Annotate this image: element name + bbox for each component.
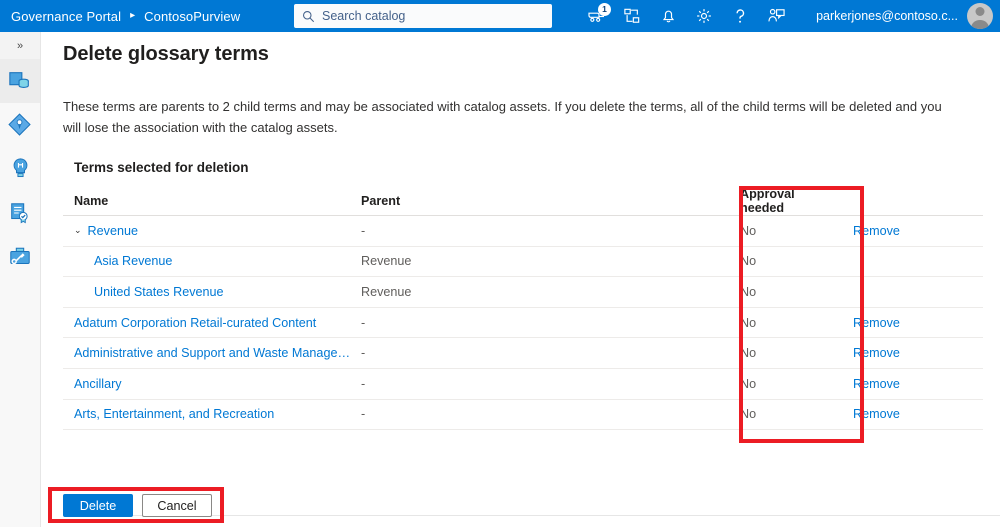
cart-icon[interactable]: 1 (578, 0, 614, 32)
page-title: Delete glossary terms (63, 43, 269, 65)
user-account-area[interactable]: parkerjones@contoso.c... (816, 0, 1000, 32)
top-navigation-bar: Governance Portal ▸ ContosoPurview 1 (0, 0, 1000, 32)
cell-parent: - (361, 376, 366, 391)
term-name-link[interactable]: Administrative and Support and Waste Man… (74, 346, 350, 360)
table-row: Arts, Entertainment, and Recreation - No Re… (63, 400, 983, 431)
table-header-row: Name Parent Approval needed (63, 187, 983, 216)
remove-link[interactable]: Remove (853, 224, 900, 238)
cell-approval-needed: No (740, 376, 757, 391)
data-catalog-icon (9, 72, 29, 88)
cell-name: Ancillary (63, 377, 361, 391)
column-header-approval: Approval needed (740, 187, 795, 215)
top-nav-icon-group: 1 (578, 0, 794, 32)
terms-table: Name Parent Approval needed ⌄ Revenue - No R… (63, 187, 983, 431)
sidebar-item-data-policy[interactable] (0, 191, 40, 235)
cell-name: Asia Revenue (63, 254, 361, 268)
delete-button[interactable]: Delete (63, 494, 133, 517)
remove-link[interactable]: Remove (853, 407, 900, 421)
column-header-parent: Parent (361, 194, 401, 208)
cart-badge-count: 1 (598, 3, 611, 16)
feedback-icon[interactable] (758, 0, 794, 32)
main-content-panel: Delete glossary terms These terms are pa… (41, 32, 1000, 527)
table-row: Adatum Corporation Retail-curated Conten… (63, 308, 983, 339)
cell-action: Remove (834, 346, 974, 360)
notifications-bell-icon[interactable] (650, 0, 686, 32)
footer-actions: Delete Cancel (63, 494, 212, 517)
data-map-icon[interactable] (614, 0, 650, 32)
cell-name: Administrative and Support and Waste Man… (63, 346, 361, 360)
term-name-link[interactable]: United States Revenue (94, 285, 224, 299)
breadcrumb-account-name[interactable]: ContosoPurview (144, 9, 240, 24)
remove-link[interactable]: Remove (853, 346, 900, 360)
left-navigation-rail: » (0, 32, 41, 527)
management-toolbox-icon (10, 247, 30, 265)
term-name-link[interactable]: Revenue (88, 224, 138, 238)
term-name-link[interactable]: Adatum Corporation Retail-curated Conten… (74, 316, 316, 330)
lightbulb-insights-icon (13, 158, 27, 178)
table-row: Ancillary - No Remove (63, 369, 983, 400)
remove-link[interactable]: Remove (853, 316, 900, 330)
search-icon (303, 10, 315, 22)
cell-approval-needed: No (740, 254, 757, 269)
sidebar-item-data-catalog[interactable] (0, 59, 40, 103)
term-name-link[interactable]: Arts, Entertainment, and Recreation (74, 407, 274, 421)
cell-parent: - (361, 346, 366, 361)
term-name-link[interactable]: Asia Revenue (94, 254, 172, 268)
cell-approval-needed: No (740, 407, 757, 422)
cell-approval-needed: No (740, 284, 757, 299)
cell-action: Remove (834, 224, 974, 238)
cell-name: Adatum Corporation Retail-curated Conten… (63, 316, 361, 330)
table-row: Administrative and Support and Waste Man… (63, 338, 983, 369)
rail-expand-chevron-icon[interactable]: » (0, 32, 40, 59)
section-label-terms-selected: Terms selected for deletion (74, 160, 249, 175)
breadcrumb-separator-icon: ▸ (130, 10, 136, 21)
avatar[interactable] (967, 3, 993, 29)
cell-parent: - (361, 315, 366, 330)
help-question-icon[interactable] (722, 0, 758, 32)
settings-gear-icon[interactable] (686, 0, 722, 32)
cell-name: United States Revenue (63, 285, 361, 299)
user-email-label: parkerjones@contoso.c... (816, 9, 958, 23)
cell-parent: - (361, 223, 366, 238)
table-row: ⌄ Revenue - No Remove (63, 216, 983, 247)
table-row: Asia Revenue Revenue No (63, 247, 983, 278)
search-box[interactable] (294, 4, 552, 28)
footer-divider (82, 515, 1000, 516)
column-header-name: Name (74, 194, 109, 208)
cell-name: Arts, Entertainment, and Recreation (63, 407, 361, 421)
breadcrumb-governance-portal[interactable]: Governance Portal (11, 9, 121, 24)
cell-approval-needed: No (740, 223, 757, 238)
cancel-button[interactable]: Cancel (142, 494, 212, 517)
policy-certificate-icon (11, 203, 28, 224)
cell-action: Remove (834, 377, 974, 391)
cell-parent: - (361, 407, 366, 422)
data-map-icon (8, 113, 31, 136)
sidebar-item-management[interactable] (0, 235, 40, 279)
table-row: United States Revenue Revenue No (63, 277, 983, 308)
term-name-link[interactable]: Ancillary (74, 377, 122, 391)
sidebar-item-data-insights[interactable] (0, 147, 40, 191)
breadcrumb: Governance Portal ▸ ContosoPurview (0, 9, 240, 24)
page-description: These terms are parents to 2 child terms… (63, 99, 942, 135)
cell-action: Remove (834, 407, 974, 421)
chevron-down-icon[interactable]: ⌄ (74, 226, 82, 235)
cell-approval-needed: No (740, 315, 757, 330)
cell-name: ⌄ Revenue (63, 224, 361, 238)
cell-parent: Revenue (361, 254, 412, 269)
cell-action: Remove (834, 316, 974, 330)
cell-parent: Revenue (361, 284, 412, 299)
sidebar-item-data-map[interactable] (0, 103, 40, 147)
cell-approval-needed: No (740, 346, 757, 361)
search-input[interactable] (322, 9, 544, 23)
remove-link[interactable]: Remove (853, 377, 900, 391)
